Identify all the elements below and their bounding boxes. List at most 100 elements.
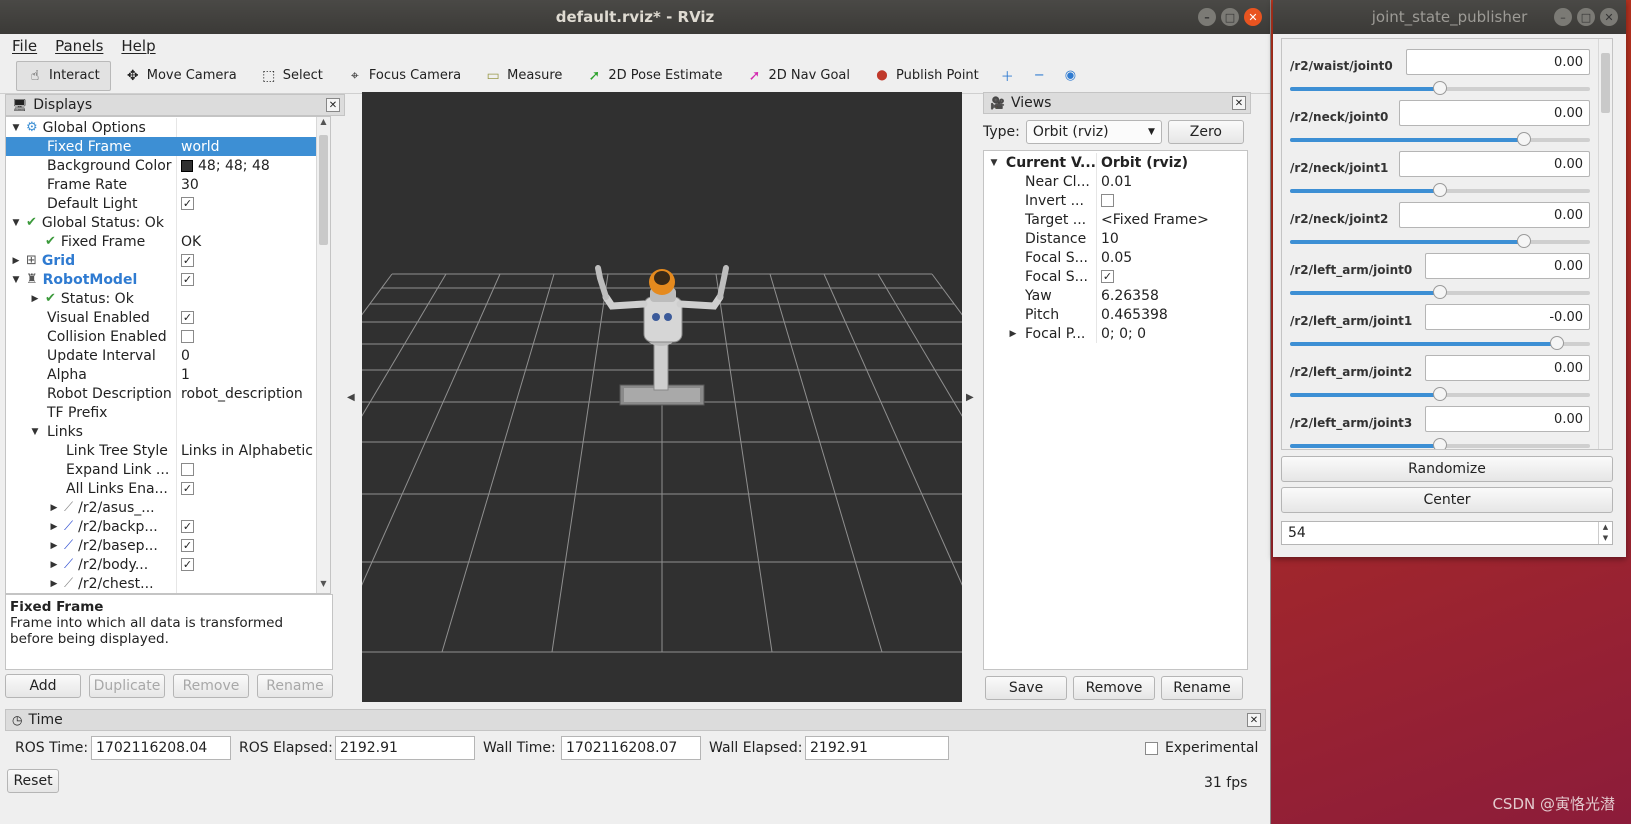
row-checkbox[interactable]: ✓ bbox=[181, 539, 194, 552]
tree-row[interactable]: Expand Link ... bbox=[6, 460, 318, 479]
close-panel-icon[interactable]: ✕ bbox=[326, 98, 340, 112]
tree-row[interactable]: ▼ Links bbox=[6, 422, 318, 441]
joint-value-field[interactable]: 0.00 bbox=[1399, 100, 1590, 126]
tree-row[interactable]: Visual Enabled ✓ bbox=[6, 308, 318, 327]
joint-slider[interactable] bbox=[1290, 183, 1590, 197]
minimize-icon[interactable]: – bbox=[1554, 8, 1572, 26]
expand-arrow-icon[interactable]: ▶ bbox=[29, 294, 41, 304]
tree-row[interactable]: ▶ ⟋ /r2/chest... bbox=[6, 574, 318, 593]
joint-slider[interactable] bbox=[1290, 234, 1590, 248]
expand-arrow-icon[interactable]: ▶ bbox=[10, 256, 22, 266]
joint-slider[interactable] bbox=[1290, 132, 1590, 146]
tool-interact[interactable]: ☝ Interact bbox=[16, 60, 111, 91]
collapse-left-icon[interactable]: ◀ bbox=[347, 392, 355, 403]
row-checkbox[interactable]: ✓ bbox=[181, 482, 194, 495]
tree-row[interactable]: Focal S... 0.05 bbox=[984, 248, 1247, 267]
close-panel-icon[interactable]: ✕ bbox=[1232, 96, 1246, 110]
joint-value-field[interactable]: 0.00 bbox=[1425, 355, 1590, 381]
view-type-select[interactable]: Orbit (rviz) ▼ bbox=[1025, 120, 1162, 144]
remove-view-button[interactable]: Remove bbox=[1073, 676, 1155, 700]
menu-help[interactable]: Help bbox=[121, 37, 155, 55]
tree-row[interactable]: Target ... <Fixed Frame> bbox=[984, 210, 1247, 229]
slider-handle[interactable] bbox=[1433, 81, 1447, 95]
expand-arrow-icon[interactable]: ▼ bbox=[10, 218, 22, 228]
rviz-titlebar[interactable]: default.rviz* - RViz – □ ✕ bbox=[0, 0, 1270, 34]
tree-row[interactable]: Alpha 1 bbox=[6, 365, 318, 384]
tree-row[interactable]: Invert ... bbox=[984, 191, 1247, 210]
rename-button[interactable]: Rename bbox=[257, 674, 333, 698]
tree-row[interactable]: ▶ ✔ Status: Ok bbox=[6, 289, 318, 308]
row-checkbox[interactable]: ✓ bbox=[181, 254, 194, 267]
joint-slider[interactable] bbox=[1290, 387, 1590, 401]
experimental-checkbox[interactable] bbox=[1145, 742, 1158, 755]
row-checkbox[interactable] bbox=[181, 463, 194, 476]
tree-row[interactable]: ▼ ✔ Global Status: Ok bbox=[6, 213, 318, 232]
plus-icon[interactable]: ＋ bbox=[993, 61, 1022, 91]
joint-value-field[interactable]: 0.00 bbox=[1425, 253, 1590, 279]
row-checkbox[interactable]: ✓ bbox=[181, 311, 194, 324]
wall-elapsed-field[interactable]: 2192.91 bbox=[805, 736, 949, 760]
tree-row[interactable]: Frame Rate 30 bbox=[6, 175, 318, 194]
menu-file[interactable]: File bbox=[12, 37, 37, 55]
views-tree[interactable]: ▼ Current V... Orbit (rviz) Near Cl... 0.01 I… bbox=[983, 150, 1248, 670]
tree-row[interactable]: ▶ ⟋ /r2/basep... ✓ bbox=[6, 536, 318, 555]
tree-row[interactable]: ▶ ⟋ /r2/backp... ✓ bbox=[6, 517, 318, 536]
tool-select[interactable]: ⬚ Select bbox=[251, 61, 333, 91]
close-icon[interactable]: ✕ bbox=[1244, 8, 1262, 26]
minimize-icon[interactable]: – bbox=[1198, 8, 1216, 26]
rename-view-button[interactable]: Rename bbox=[1161, 676, 1243, 700]
slider-handle[interactable] bbox=[1550, 336, 1564, 350]
tree-row[interactable]: Fixed Frame world bbox=[6, 137, 318, 156]
tree-row[interactable]: ▶ ⟋ /r2/body... ✓ bbox=[6, 555, 318, 574]
joint-value-field[interactable]: 0.00 bbox=[1399, 202, 1590, 228]
tool-2d-nav-goal[interactable]: ➚ 2D Nav Goal bbox=[736, 61, 860, 91]
joint-value-field[interactable]: 0.00 bbox=[1425, 406, 1590, 432]
tree-row[interactable]: ▶ Focal P... 0; 0; 0 bbox=[984, 324, 1247, 343]
tool-focus-camera[interactable]: ⌖ Focus Camera bbox=[337, 61, 471, 91]
expand-arrow-icon[interactable]: ▼ bbox=[10, 275, 22, 285]
save-view-button[interactable]: Save bbox=[985, 676, 1067, 700]
tree-row[interactable]: Near Cl... 0.01 bbox=[984, 172, 1247, 191]
tool-measure[interactable]: ▭ Measure bbox=[475, 61, 572, 91]
zero-button[interactable]: Zero bbox=[1167, 120, 1244, 144]
tree-row[interactable]: Focal S... ✓ bbox=[984, 267, 1247, 286]
center-button[interactable]: Center bbox=[1281, 487, 1613, 513]
slider-handle[interactable] bbox=[1516, 234, 1531, 248]
3d-viewport[interactable] bbox=[362, 92, 962, 702]
joint-value-field[interactable]: 0.00 bbox=[1399, 151, 1590, 177]
tool-move-camera[interactable]: ✥ Move Camera bbox=[115, 61, 247, 91]
menu-panels[interactable]: Panels bbox=[55, 37, 103, 55]
joint-slider[interactable] bbox=[1290, 336, 1590, 350]
displays-tree[interactable]: ▼ ⚙ Global Options Fixed Frame world Backgrou… bbox=[5, 116, 331, 594]
expand-arrow-icon[interactable]: ▶ bbox=[48, 560, 60, 570]
expand-arrow-icon[interactable]: ▶ bbox=[1007, 329, 1019, 339]
expand-arrow-icon[interactable]: ▶ bbox=[48, 579, 60, 589]
tree-row[interactable]: ▼ Current V... Orbit (rviz) bbox=[984, 153, 1247, 172]
tool-2d-pose-estimate[interactable]: ➚ 2D Pose Estimate bbox=[576, 61, 732, 91]
joint-slider[interactable] bbox=[1290, 81, 1590, 95]
expand-arrow-icon[interactable]: ▶ bbox=[48, 503, 60, 513]
close-icon[interactable]: ✕ bbox=[1600, 8, 1618, 26]
joint-value-field[interactable]: 0.00 bbox=[1405, 49, 1590, 75]
eye-icon[interactable]: ◉ bbox=[1057, 61, 1084, 91]
row-checkbox[interactable]: ✓ bbox=[181, 558, 194, 571]
row-checkbox[interactable]: ✓ bbox=[181, 273, 194, 286]
tree-row[interactable]: ✔ Fixed Frame OK bbox=[6, 232, 318, 251]
expand-arrow-icon[interactable]: ▼ bbox=[988, 158, 1000, 168]
remove-button[interactable]: Remove bbox=[173, 674, 249, 698]
row-checkbox[interactable] bbox=[181, 330, 194, 343]
tree-row[interactable]: ▼ ♜ RobotModel ✓ bbox=[6, 270, 318, 289]
expand-arrow-icon[interactable]: ▶ bbox=[48, 522, 60, 532]
joint-slider[interactable] bbox=[1290, 285, 1590, 299]
tree-row[interactable]: Distance 10 bbox=[984, 229, 1247, 248]
color-swatch[interactable] bbox=[181, 159, 193, 172]
row-checkbox[interactable] bbox=[1101, 194, 1114, 207]
spin-arrows-icon[interactable]: ▲ ▼ bbox=[1598, 522, 1612, 544]
reset-button[interactable]: Reset bbox=[7, 769, 59, 793]
joint-slider[interactable] bbox=[1290, 438, 1590, 449]
jsp-titlebar[interactable]: joint_state_publisher – □ ✕ bbox=[1273, 0, 1626, 34]
maximize-icon[interactable]: □ bbox=[1577, 8, 1595, 26]
slider-handle[interactable] bbox=[1433, 387, 1447, 401]
slider-handle[interactable] bbox=[1433, 285, 1447, 299]
duplicate-button[interactable]: Duplicate bbox=[89, 674, 165, 698]
